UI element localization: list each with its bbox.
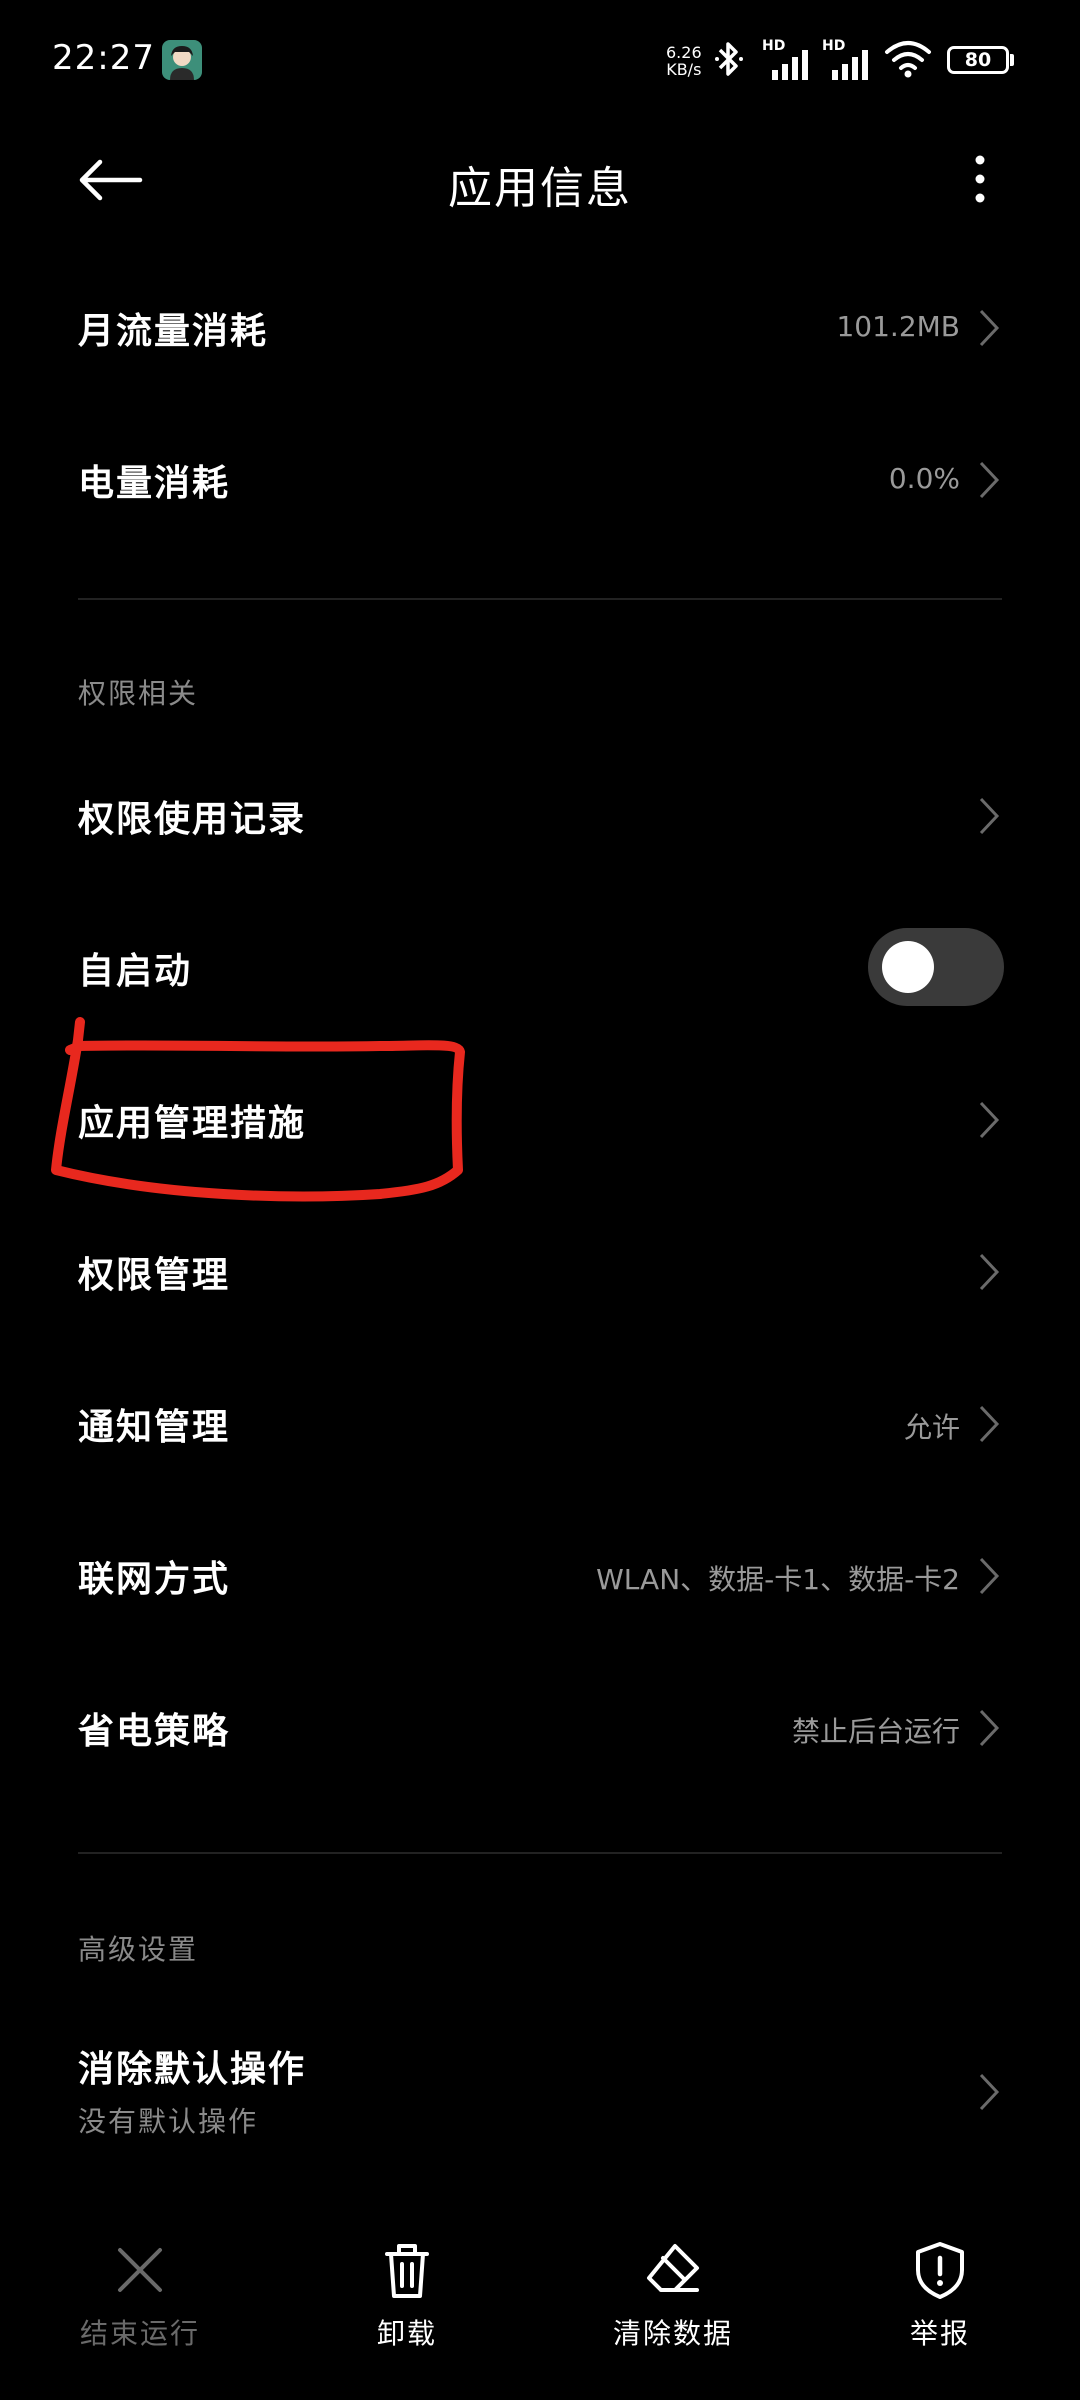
row-label: 联网方式 xyxy=(78,1559,231,1600)
wifi-icon xyxy=(885,41,931,78)
row-label: 通知管理 xyxy=(78,1407,231,1448)
more-options-button[interactable] xyxy=(960,150,1000,210)
row-label: 应用管理措施 xyxy=(78,1103,307,1144)
bluetooth-icon xyxy=(715,42,743,76)
chevron-right-icon xyxy=(979,1709,1000,1747)
section-header-advanced: 高级设置 xyxy=(78,1933,199,1966)
row-label: 自启动 xyxy=(78,951,193,992)
autostart-toggle[interactable] xyxy=(868,928,1004,1006)
row-label: 省电策略 xyxy=(78,1711,231,1752)
row-power-saving-policy[interactable]: 省电策略 禁止后台运行 xyxy=(0,1652,1080,1802)
row-label: 电量消耗 xyxy=(78,463,231,504)
chevron-right-icon xyxy=(979,1405,1000,1443)
uninstall-label: 卸载 xyxy=(376,2317,437,2350)
force-stop-label: 结束运行 xyxy=(79,2317,200,2350)
chevron-right-icon xyxy=(979,1253,1000,1291)
uninstall-button[interactable]: 卸载 xyxy=(297,2240,517,2380)
row-clear-defaults[interactable]: 消除默认操作 没有默认操作 xyxy=(0,2010,1080,2170)
row-subtitle: 没有默认操作 xyxy=(78,2105,259,2138)
signal-sim1-icon: HD xyxy=(762,38,814,80)
status-bar: 22:27 6.26 KB/s HD HD 80 xyxy=(0,0,1080,120)
row-permission-usage-record[interactable]: 权限使用记录 xyxy=(0,740,1080,890)
force-stop-button[interactable]: 结束运行 xyxy=(30,2240,250,2380)
chevron-right-icon xyxy=(979,309,1000,347)
trash-icon xyxy=(385,2244,429,2298)
chevron-right-icon xyxy=(979,461,1000,499)
row-label: 消除默认操作 xyxy=(78,2049,307,2090)
clear-data-label: 清除数据 xyxy=(612,2317,733,2350)
page-title: 应用信息 xyxy=(448,163,632,214)
row-battery-usage[interactable]: 电量消耗 0.0% xyxy=(0,404,1080,554)
battery-tip xyxy=(1010,54,1014,66)
row-value: 101.2MB xyxy=(836,310,960,343)
network-speed-unit: KB/s xyxy=(666,60,702,79)
section-header-permissions: 权限相关 xyxy=(78,677,199,710)
battery-indicator: 80 xyxy=(947,46,1009,74)
row-label: 月流量消耗 xyxy=(78,311,269,352)
toggle-knob xyxy=(882,941,934,993)
chevron-right-icon xyxy=(979,1101,1000,1139)
row-network-method[interactable]: 联网方式 WLAN、数据-卡1、数据-卡2 xyxy=(0,1500,1080,1650)
shield-alert-icon xyxy=(916,2242,964,2299)
chevron-right-icon xyxy=(979,797,1000,835)
chevron-right-icon xyxy=(979,2073,1000,2111)
row-app-management-measures[interactable]: 应用管理措施 xyxy=(0,1044,1080,1194)
section-divider xyxy=(78,1852,1002,1854)
row-value: 禁止后台运行 xyxy=(791,1715,960,1748)
signal-sim2-icon: HD xyxy=(822,38,874,80)
chevron-right-icon xyxy=(979,1557,1000,1595)
row-value: 允许 xyxy=(903,1411,960,1444)
row-label: 权限管理 xyxy=(78,1255,231,1296)
row-monthly-traffic[interactable]: 月流量消耗 101.2MB xyxy=(0,252,1080,402)
row-permission-management[interactable]: 权限管理 xyxy=(0,1196,1080,1346)
row-value: WLAN、数据-卡1、数据-卡2 xyxy=(596,1563,960,1596)
section-divider xyxy=(78,598,1002,600)
notification-app-icon xyxy=(162,40,202,80)
clear-data-button[interactable]: 清除数据 xyxy=(563,2240,783,2380)
row-label: 权限使用记录 xyxy=(78,799,307,840)
network-speed-value: 6.26 xyxy=(666,43,702,62)
report-button[interactable]: 举报 xyxy=(830,2240,1050,2380)
close-icon xyxy=(118,2248,162,2292)
network-speed: 6.26 KB/s xyxy=(666,44,702,78)
row-notification-management[interactable]: 通知管理 允许 xyxy=(0,1348,1080,1498)
status-time: 22:27 xyxy=(52,38,155,78)
eraser-icon xyxy=(647,2244,699,2292)
report-label: 举报 xyxy=(909,2317,970,2350)
row-value: 0.0% xyxy=(888,462,960,495)
more-vertical-icon xyxy=(975,155,985,203)
